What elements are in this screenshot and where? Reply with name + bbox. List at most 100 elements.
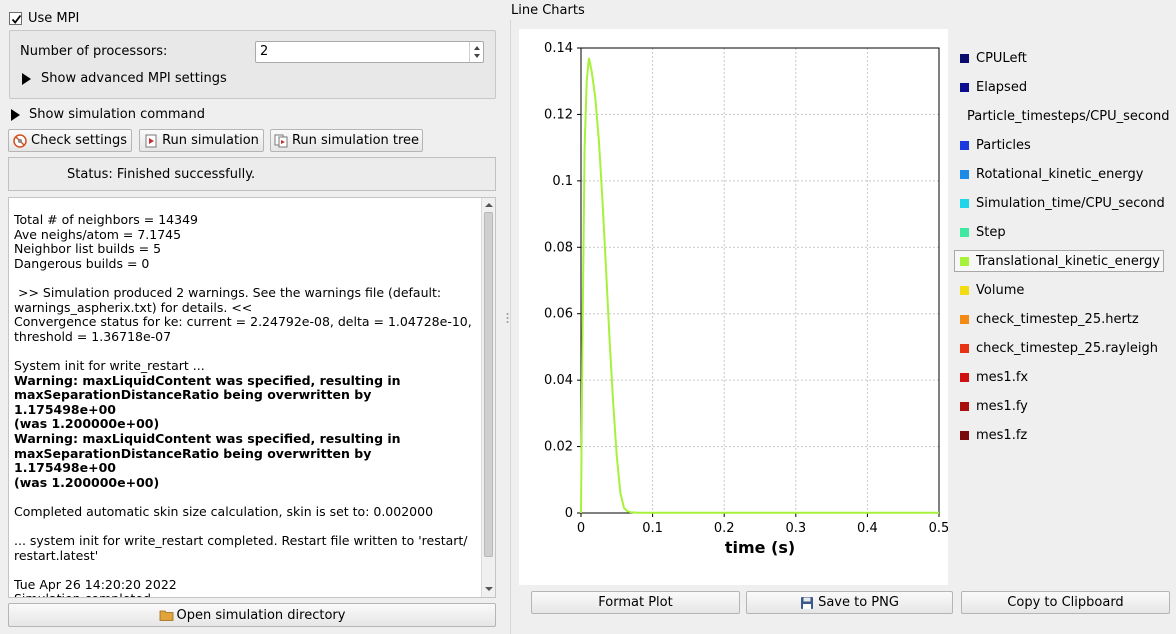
- show-simulation-command-label: Show simulation command: [29, 107, 205, 122]
- series-line: [580, 57, 939, 514]
- save-icon: [800, 596, 814, 610]
- run-simulation-button[interactable]: Run simulation: [139, 129, 264, 152]
- y-tick-label: 0.08: [544, 240, 573, 255]
- run-simulation-label: Run simulation: [162, 133, 259, 148]
- chart-legend: CPULeft Elapsed Particle_timesteps/CPU_sec…: [954, 47, 1169, 453]
- num-processors-value: 2: [260, 44, 269, 59]
- run-simulation-tree-icon: [274, 134, 288, 148]
- legend-item[interactable]: Rotational_kinetic_energy: [955, 163, 1165, 185]
- x-axis-label: time (s): [725, 538, 795, 557]
- log-line: Warning: maxLiquidContent was specified,…: [14, 430, 401, 490]
- check-settings-icon: [13, 133, 27, 148]
- check-settings-button[interactable]: Check settings: [8, 129, 132, 152]
- log-line: Convergence status for ke: current = 2.2…: [14, 314, 472, 344]
- legend-item[interactable]: Particle_timesteps/CPU_second: [955, 105, 1169, 127]
- legend-label: Elapsed: [976, 79, 1028, 95]
- use-mpi-checkbox[interactable]: Use MPI: [9, 11, 79, 26]
- num-processors-spinbox[interactable]: 2: [255, 41, 484, 63]
- status-bar: Status: Finished successfully.: [8, 157, 496, 191]
- legend-item[interactable]: Step: [955, 221, 1165, 243]
- y-tick-label: 0.14: [544, 41, 573, 56]
- simulation-panel: Use MPI Number of processors: 2 Show adv…: [0, 0, 505, 634]
- status-text: Status: Finished successfully.: [67, 167, 256, 182]
- legend-swatch: [960, 169, 969, 179]
- legend-item[interactable]: Simulation_time/CPU_second: [955, 192, 1165, 214]
- log-line: Warning: maxLiquidContent was specified,…: [14, 372, 401, 432]
- save-png-label: Save to PNG: [818, 595, 899, 610]
- legend-label: Particle_timesteps/CPU_second: [967, 108, 1170, 124]
- legend-label: Rotational_kinetic_energy: [976, 166, 1144, 182]
- y-tick-label: 0.06: [544, 307, 573, 322]
- expand-arrow-icon: [22, 72, 31, 85]
- y-tick-label: 0.02: [544, 440, 573, 455]
- run-simulation-tree-button[interactable]: Run simulation tree: [270, 129, 423, 152]
- legend-item[interactable]: Elapsed: [955, 76, 1165, 98]
- legend-swatch: [960, 82, 969, 92]
- log-line: Total # of neighbors = 14349: [14, 212, 198, 227]
- legend-swatch: [960, 256, 969, 266]
- legend-item[interactable]: CPULeft: [955, 47, 1165, 69]
- legend-item[interactable]: Particles: [955, 134, 1165, 156]
- legend-label: check_timestep_25.hertz: [976, 311, 1139, 327]
- line-charts-panel: 0 0.02 0.04 0.06 0.08 0.1 0.12 0.14 0 0.1 0.2 0.3 0.…: [510, 20, 1176, 634]
- folder-icon: [159, 608, 173, 622]
- log-line: Dangerous builds = 0: [14, 255, 150, 271]
- log-line: Ave neighs/atom = 7.1745: [14, 226, 182, 242]
- mpi-settings-group: Number of processors: 2 Show advanced MP…: [9, 30, 496, 99]
- x-tick-label: 0.2: [714, 521, 735, 536]
- legend-item[interactable]: mes1.fz: [955, 424, 1165, 446]
- legend-swatch: [960, 401, 969, 411]
- legend-item[interactable]: Volume: [955, 279, 1165, 301]
- legend-label: check_timestep_25.rayleigh: [976, 340, 1158, 356]
- save-png-button[interactable]: Save to PNG: [746, 591, 953, 614]
- legend-item[interactable]: mes1.fy: [955, 395, 1165, 417]
- y-tick-label: 0: [565, 506, 573, 521]
- legend-label: CPULeft: [976, 50, 1027, 66]
- x-tick-label: 0.1: [642, 521, 663, 536]
- simulation-log[interactable]: Total # of neighbors = 14349 Ave neighs/a…: [8, 197, 496, 598]
- legend-label: Step: [976, 224, 1006, 240]
- legend-item[interactable]: check_timestep_25.hertz: [955, 308, 1165, 330]
- expand-arrow-icon: [11, 108, 20, 121]
- legend-item[interactable]: Translational_kinetic_energy: [954, 250, 1164, 272]
- plot-frame: [580, 47, 940, 514]
- open-simulation-directory-label: Open simulation directory: [176, 607, 346, 623]
- show-simulation-command-toggle[interactable]: Show simulation command: [11, 107, 205, 122]
- copy-clipboard-button[interactable]: Copy to Clipboard: [961, 591, 1170, 614]
- legend-swatch: [960, 53, 969, 63]
- line-chart: 0 0.02 0.04 0.06 0.08 0.1 0.12 0.14 0 0.1 0.2 0.3 0.…: [544, 41, 949, 557]
- x-tick-label: 0.5: [929, 521, 948, 536]
- legend-item[interactable]: check_timestep_25.rayleigh: [955, 337, 1165, 359]
- checkmark-icon[interactable]: [9, 12, 22, 25]
- run-simulation-icon: [144, 134, 158, 148]
- run-simulation-tree-label: Run simulation tree: [291, 133, 420, 148]
- legend-item[interactable]: mes1.fx: [955, 366, 1165, 388]
- line-charts-title: Line Charts: [511, 3, 585, 18]
- splitter-handle[interactable]: [506, 312, 509, 324]
- scroll-down-icon[interactable]: [484, 585, 494, 593]
- copy-clipboard-label: Copy to Clipboard: [1007, 595, 1124, 610]
- log-scrollbar[interactable]: [481, 198, 495, 597]
- format-plot-button[interactable]: Format Plot: [531, 591, 740, 614]
- legend-label: mes1.fz: [976, 427, 1028, 443]
- legend-swatch: [960, 372, 969, 382]
- open-simulation-directory-button[interactable]: Open simulation directory: [8, 603, 496, 627]
- x-tick-label: 0.4: [857, 521, 878, 536]
- check-settings-label: Check settings: [31, 133, 127, 148]
- legend-label: Simulation_time/CPU_second: [976, 195, 1165, 211]
- legend-swatch: [960, 285, 969, 295]
- log-line: Completed automatic skin size calculatio…: [14, 503, 434, 519]
- scroll-up-icon[interactable]: [484, 201, 494, 209]
- log-line: Simulation completed: [14, 592, 476, 597]
- log-line: System init for write_restart ...: [14, 357, 205, 373]
- legend-swatch: [960, 198, 969, 208]
- advanced-mpi-toggle[interactable]: Show advanced MPI settings: [22, 71, 227, 86]
- log-line: ... system init for write_restart comple…: [14, 533, 468, 563]
- spin-arrows-icon[interactable]: [469, 42, 483, 62]
- log-scrollbar-thumb[interactable]: [484, 212, 493, 557]
- legend-label: mes1.fy: [976, 398, 1028, 414]
